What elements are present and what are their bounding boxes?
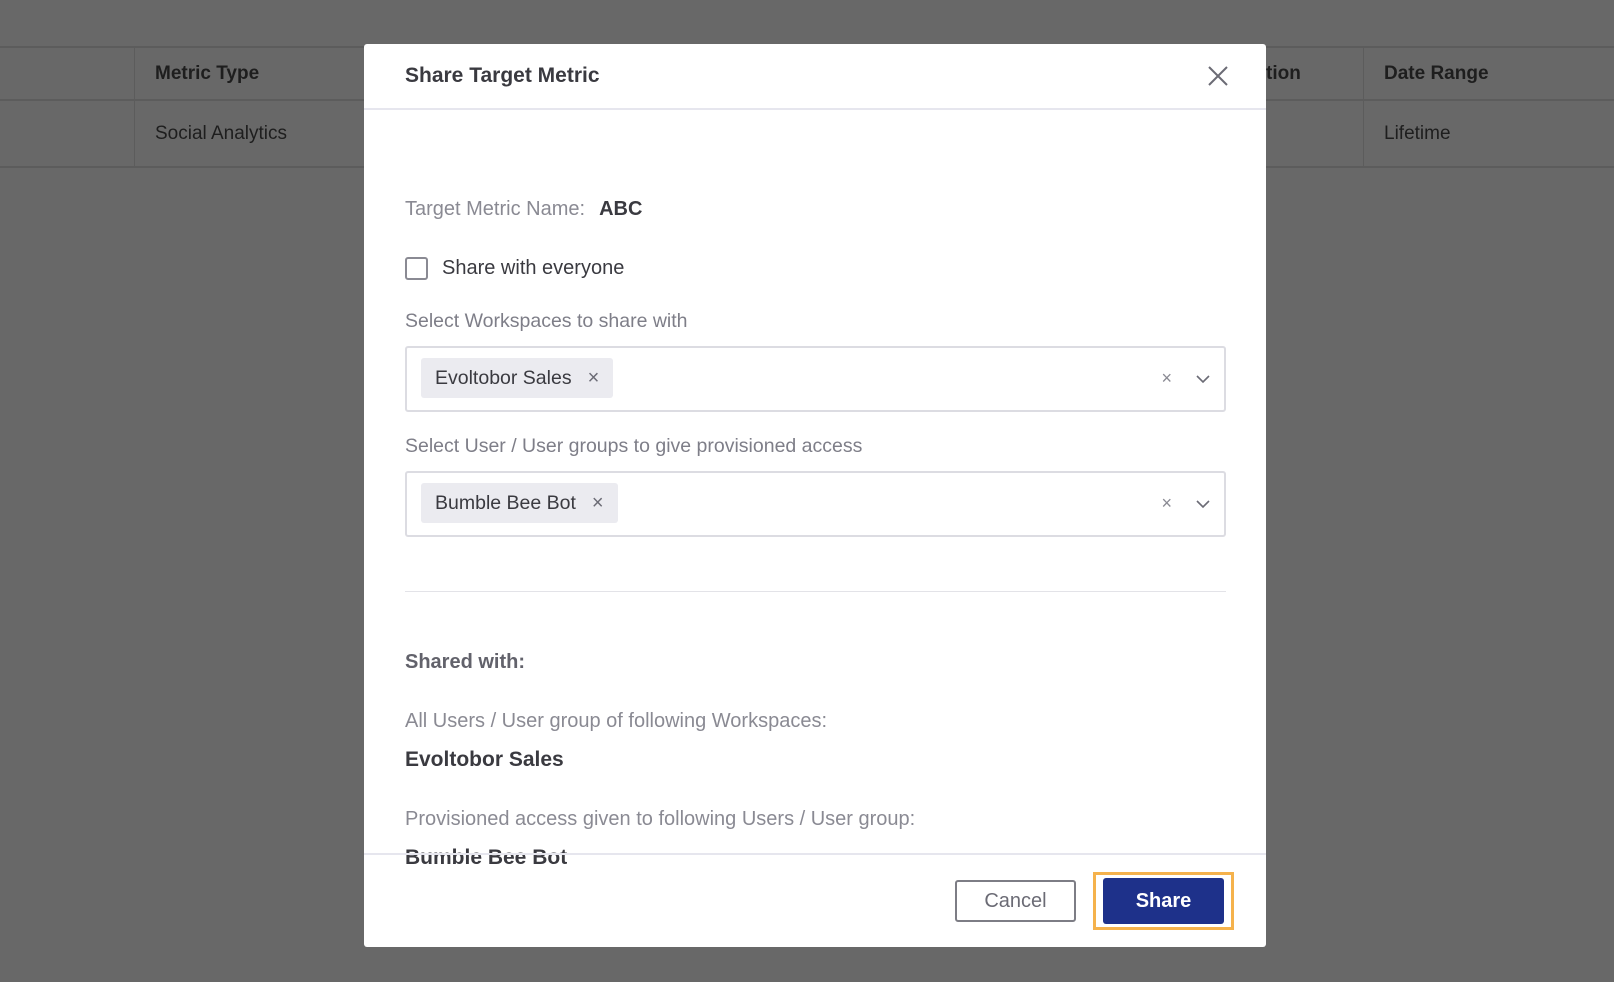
- column-header-date-range: Date Range: [1384, 62, 1489, 84]
- chevron-down-icon[interactable]: [1194, 370, 1212, 388]
- clear-icon[interactable]: ×: [1161, 368, 1172, 389]
- users-label: Select User / User groups to give provis…: [405, 435, 863, 457]
- workspaces-info: All Users / User group of following Work…: [405, 710, 828, 732]
- target-metric-name: Target Metric Name: ABC: [405, 198, 642, 221]
- close-icon[interactable]: [1206, 64, 1230, 88]
- workspace-tag: Evoltobor Sales ×: [421, 358, 614, 398]
- share-target-metric-dialog: Share Target Metric Target Metric Name: …: [364, 44, 1266, 947]
- divider: [405, 591, 1226, 592]
- users-select[interactable]: Bumble Bee Bot × ×: [405, 471, 1226, 537]
- cell-date-range: Lifetime: [1384, 122, 1451, 144]
- clear-icon[interactable]: ×: [1161, 493, 1172, 514]
- cell-metric-type: Social Analytics: [155, 122, 288, 144]
- share-with-everyone-checkbox[interactable]: Share with everyone: [405, 257, 624, 280]
- tag-label: Bumble Bee Bot: [435, 491, 576, 514]
- dialog-footer: Cancel Share: [364, 853, 1266, 947]
- target-metric-name-value: ABC: [599, 198, 643, 220]
- share-button-highlight: Share: [1093, 872, 1234, 930]
- remove-tag-icon[interactable]: ×: [592, 492, 604, 515]
- remove-tag-icon[interactable]: ×: [588, 367, 600, 390]
- column-header-metric-type: Metric Type: [155, 62, 260, 84]
- target-metric-name-label: Target Metric Name:: [405, 198, 586, 220]
- chevron-down-icon[interactable]: [1194, 495, 1212, 513]
- shared-with-title: Shared with:: [405, 651, 526, 673]
- dialog-title: Share Target Metric: [405, 64, 600, 87]
- share-with-everyone-label: Share with everyone: [442, 257, 625, 279]
- cancel-button[interactable]: Cancel: [955, 880, 1076, 922]
- workspaces-label: Select Workspaces to share with: [405, 310, 688, 332]
- dialog-header: Share Target Metric: [364, 44, 1266, 110]
- users-info: Provisioned access given to following Us…: [405, 808, 916, 830]
- checkbox-box[interactable]: [405, 257, 428, 280]
- workspaces-value: Evoltobor Sales: [405, 748, 564, 771]
- workspaces-select[interactable]: Evoltobor Sales × ×: [405, 346, 1226, 412]
- share-button[interactable]: Share: [1103, 878, 1224, 924]
- tag-label: Evoltobor Sales: [435, 366, 572, 389]
- user-tag: Bumble Bee Bot ×: [421, 483, 618, 523]
